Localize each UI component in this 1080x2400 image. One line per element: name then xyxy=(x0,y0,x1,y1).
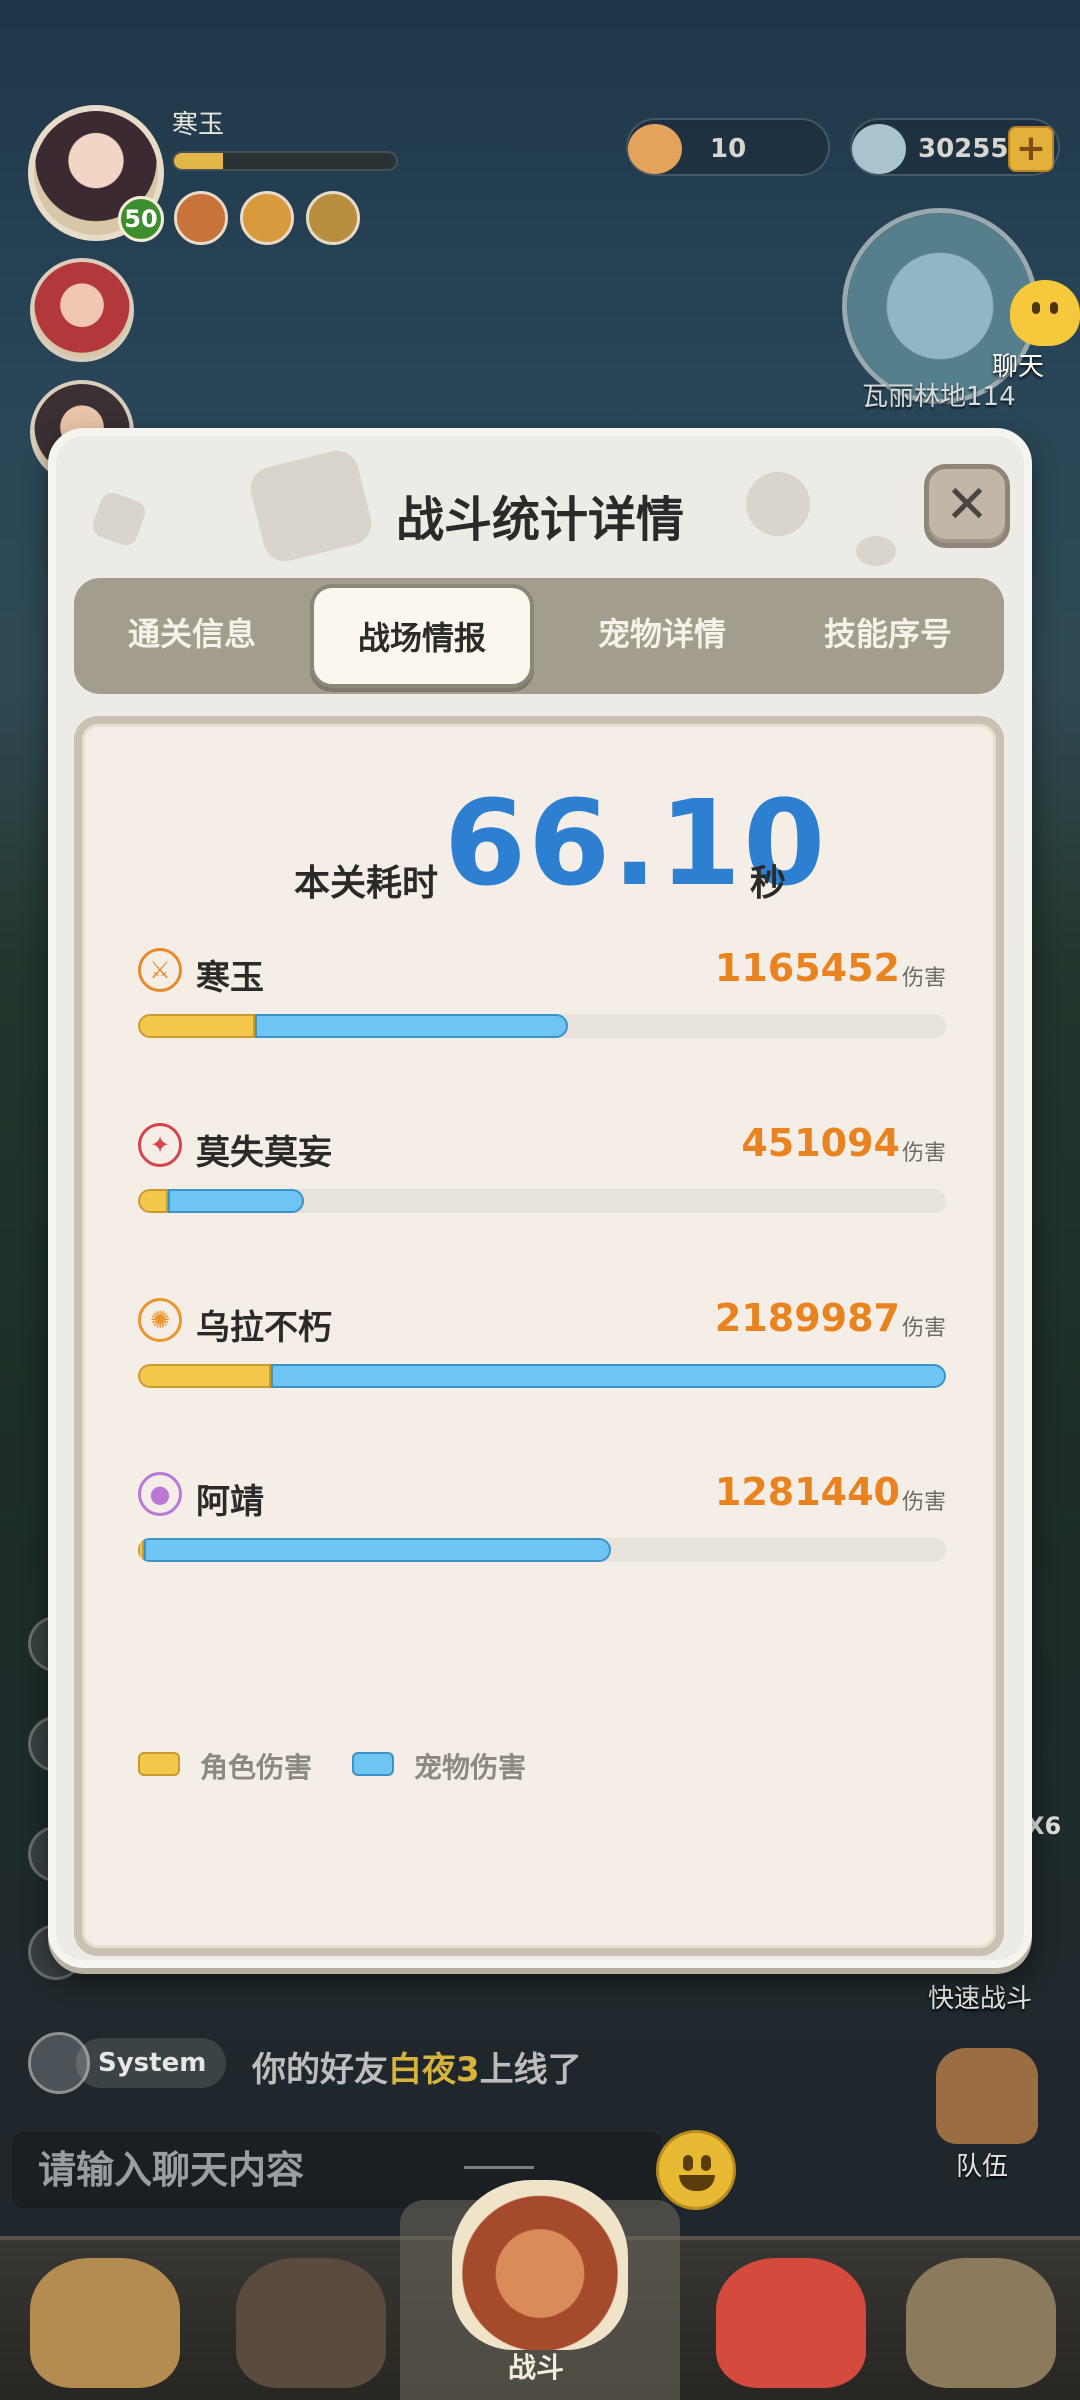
modal-title: 战斗统计详情 xyxy=(395,492,684,548)
pet-damage-swatch xyxy=(352,1752,394,1776)
tab-clear-info[interactable]: 通关信息 xyxy=(82,578,302,694)
player-name: 寒玉 xyxy=(172,110,225,140)
damage-bar xyxy=(138,1189,946,1213)
team-icon[interactable] xyxy=(936,2048,1038,2144)
damage-value: 1165452 xyxy=(714,946,900,990)
character-damage-legend-label: 角色伤害 xyxy=(200,1751,313,1784)
damage-value: 1281440 xyxy=(714,1470,900,1514)
chat-button-label: 聊天 xyxy=(992,352,1045,382)
damage-value: 451094 xyxy=(741,1121,900,1165)
system-tag: System xyxy=(76,2038,227,2088)
tab-bar: 通关信息 战场情报 宠物详情 技能序号 xyxy=(74,578,1004,694)
character-damage-bar xyxy=(138,1189,168,1213)
input-divider xyxy=(464,2166,534,2169)
ally-avatar-1[interactable] xyxy=(30,258,134,362)
pet-damage-bar xyxy=(271,1364,946,1388)
sword-crest-icon: ⚔ xyxy=(138,948,182,992)
gem-currency[interactable]: 30255 + xyxy=(850,118,1060,176)
emoji-button[interactable] xyxy=(656,2130,736,2210)
damage-unit: 伤害 xyxy=(901,966,946,991)
player-name: 乌拉不朽 xyxy=(196,1308,332,1348)
pet-damage-bar xyxy=(144,1538,611,1562)
system-message-text: 你的好友白夜3上线了 xyxy=(252,2042,582,2091)
chat-face-icon xyxy=(1010,280,1080,346)
shell-currency[interactable]: 10 xyxy=(626,118,830,176)
damage-unit: 伤害 xyxy=(901,1141,946,1166)
buff-icon-1[interactable] xyxy=(174,191,228,245)
damage-value: 2189987 xyxy=(714,1296,900,1340)
buff-icon-3[interactable] xyxy=(306,191,360,245)
damage-legend: 角色伤害 宠物伤害 xyxy=(138,1744,838,1784)
pet-damage-bar xyxy=(167,1189,305,1213)
stats-panel: 本关耗时 66.10 秒 ⚔ 寒玉 1165452 伤害 ✦ 莫失莫妄 4510… xyxy=(74,716,1004,1956)
player-damage-row: ● 阿靖 1281440 伤害 xyxy=(138,1470,946,1570)
damage-unit: 伤害 xyxy=(901,1490,946,1515)
tab-battlefield-intel[interactable]: 战场情报 xyxy=(310,584,534,688)
nav-tab-5[interactable] xyxy=(906,2258,1056,2388)
pet-damage-legend-label: 宠物伤害 xyxy=(414,1751,527,1784)
shell-icon xyxy=(628,124,682,174)
clear-time-label: 本关耗时 xyxy=(294,863,439,904)
clear-time: 本关耗时 66.10 秒 xyxy=(82,772,996,912)
message-prefix: 你的好友 xyxy=(252,2050,388,2090)
clear-time-unit: 秒 xyxy=(750,863,787,904)
gem-count: 30255 xyxy=(918,134,1009,164)
player-damage-row: ✦ 莫失莫妄 451094 伤害 xyxy=(138,1121,946,1221)
character-damage-swatch xyxy=(138,1752,180,1776)
friend-name: 白夜3 xyxy=(388,2050,480,2090)
damage-bar xyxy=(138,1014,946,1038)
player-hp-fill xyxy=(174,153,223,169)
player-level-badge: 50 xyxy=(118,196,164,242)
nav-tab-2[interactable] xyxy=(236,2258,386,2388)
buff-icon-2[interactable] xyxy=(240,191,294,245)
shell-count: 10 xyxy=(710,134,747,164)
pet-damage-bar xyxy=(255,1014,568,1038)
message-suffix: 上线了 xyxy=(479,2050,582,2090)
flame-crest-icon: ✺ xyxy=(138,1298,182,1342)
gem-icon xyxy=(852,124,906,174)
character-damage-bar xyxy=(138,1364,272,1388)
emoji-icon xyxy=(679,2175,715,2191)
battle-stats-modal: 战斗统计详情 ✕ 通关信息 战场情报 宠物详情 技能序号 本关耗时 66.10 … xyxy=(48,428,1032,1968)
player-name: 阿靖 xyxy=(196,1482,264,1522)
nav-tab-battle-label: 战斗 xyxy=(508,2351,565,2384)
damage-bar xyxy=(138,1538,946,1562)
battle-icon xyxy=(452,2180,628,2350)
player-damage-row: ✺ 乌拉不朽 2189987 伤害 xyxy=(138,1296,946,1396)
player-name: 寒玉 xyxy=(196,958,264,998)
close-button[interactable]: ✕ xyxy=(924,464,1010,548)
nav-tab-1[interactable] xyxy=(30,2258,180,2388)
tab-skill-order[interactable]: 技能序号 xyxy=(778,578,998,694)
quick-battle-button[interactable]: 快速战斗 xyxy=(928,1978,1032,2015)
orb-crest-icon: ● xyxy=(138,1472,182,1516)
nav-tab-4[interactable] xyxy=(716,2258,866,2388)
chat-button[interactable]: 聊天 xyxy=(970,280,1080,382)
player-name: 莫失莫妄 xyxy=(196,1133,332,1173)
wolf-crest-icon: ✦ xyxy=(138,1123,182,1167)
damage-unit: 伤害 xyxy=(901,1316,946,1341)
team-button-label[interactable]: 队伍 xyxy=(956,2146,1008,2183)
player-hp-bar xyxy=(172,151,398,171)
add-gems-button[interactable]: + xyxy=(1008,126,1054,172)
tab-pet-details[interactable]: 宠物详情 xyxy=(552,578,772,694)
character-damage-bar xyxy=(138,1014,256,1038)
player-damage-row: ⚔ 寒玉 1165452 伤害 xyxy=(138,946,946,1046)
damage-bar xyxy=(138,1364,946,1388)
